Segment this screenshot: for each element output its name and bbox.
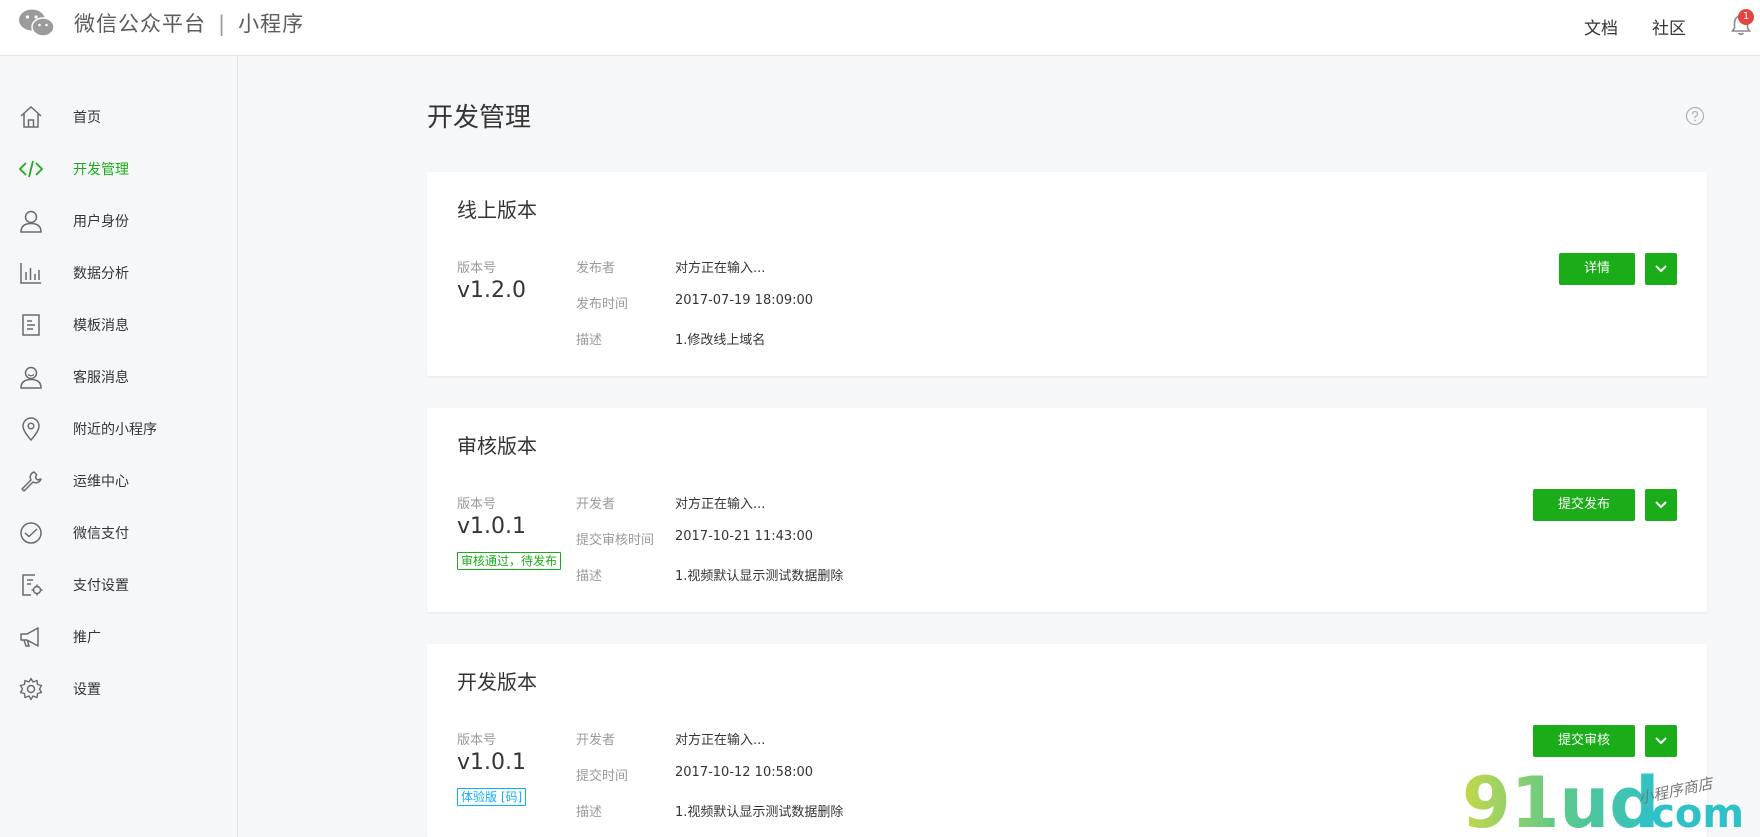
chevron-down-icon — [1655, 501, 1667, 509]
code-icon — [18, 160, 44, 178]
sidebar-item-payment-settings[interactable]: 支付设置 — [0, 565, 236, 605]
chevron-down-icon — [1655, 737, 1667, 745]
sidebar-item-label: 支付设置 — [73, 578, 129, 594]
sidebar-item-customer-service[interactable]: 客服消息 — [0, 357, 236, 397]
sidebar-item-label: 用户身份 — [73, 214, 129, 230]
review-version-card: 审核版本 版本号 v1.0.1 审核通过，待发布 开发者 对方正在输入... 提… — [427, 408, 1707, 612]
submit-release-button[interactable]: 提交发布 — [1533, 489, 1635, 521]
sidebar-item-template-messages[interactable]: 模板消息 — [0, 305, 236, 345]
sidebar-item-data-analysis[interactable]: 数据分析 — [0, 253, 236, 293]
description-label: 描述 — [576, 805, 603, 820]
sidebar-item-nearby-miniprograms[interactable]: 附近的小程序 — [0, 409, 236, 449]
more-options-button[interactable] — [1645, 725, 1677, 757]
sidebar-item-label: 设置 — [73, 682, 101, 698]
sidebar-item-label: 开发管理 — [73, 162, 129, 178]
sidebar: 首页 开发管理 用户身份 数据分析 模板消息 客服消息 附近的小程序 运维中心 … — [0, 56, 238, 837]
sidebar-item-label: 推广 — [73, 630, 101, 646]
description-label: 描述 — [576, 333, 603, 348]
document-icon — [22, 314, 40, 336]
sidebar-item-label: 微信支付 — [73, 526, 129, 542]
sidebar-item-label: 运维中心 — [73, 474, 129, 490]
support-user-icon — [20, 366, 42, 389]
sidebar-item-label: 首页 — [73, 110, 101, 126]
submit-review-time-value: 2017-10-21 11:43:00 — [675, 529, 814, 544]
version-number: v1.0.1 — [457, 750, 526, 775]
card-title: 线上版本 — [457, 198, 537, 222]
brand-title[interactable]: 微信公众平台 | 小程序 — [74, 8, 304, 38]
help-icon[interactable] — [1685, 106, 1705, 126]
home-icon — [20, 105, 42, 128]
developer-label: 开发者 — [576, 733, 616, 748]
notification-badge: 1 — [1738, 9, 1754, 25]
watermark-text: 91ud — [1462, 762, 1659, 837]
version-label: 版本号 — [457, 497, 497, 512]
wrench-icon — [21, 471, 42, 492]
user-icon — [20, 210, 42, 233]
description-value: 1.修改线上域名 — [675, 333, 766, 348]
chevron-down-icon — [1655, 265, 1667, 273]
online-version-card: 线上版本 版本号 v1.2.0 发布者 对方正在输入... 发布时间 2017-… — [427, 172, 1707, 376]
top-bar: 微信公众平台 | 小程序 文档 社区 1 — [0, 0, 1760, 56]
submit-time-label: 提交时间 — [576, 769, 629, 784]
publish-time-label: 发布时间 — [576, 297, 629, 312]
sidebar-item-settings[interactable]: 设置 — [0, 669, 236, 709]
details-button[interactable]: 详情 — [1559, 253, 1635, 285]
developer-value: 对方正在输入... — [675, 497, 766, 512]
more-options-button[interactable] — [1645, 253, 1677, 285]
developer-value: 对方正在输入... — [675, 733, 766, 748]
sidebar-item-promotion[interactable]: 推广 — [0, 617, 236, 657]
publish-time-value: 2017-07-19 18:09:00 — [675, 293, 814, 308]
payment-settings-icon — [22, 574, 43, 596]
watermark-logo: 91ud .com 小程序商店 — [1462, 762, 1744, 837]
brand-name: 微信公众平台 — [74, 12, 206, 36]
trial-version-badge[interactable]: 体验版 [码] — [457, 788, 527, 806]
card-title: 开发版本 — [457, 670, 537, 694]
description-label: 描述 — [576, 569, 603, 584]
gear-icon — [19, 677, 43, 701]
page-title: 开发管理 — [427, 103, 532, 133]
version-label: 版本号 — [457, 733, 497, 748]
submit-review-time-label: 提交审核时间 — [576, 533, 655, 548]
review-status-badge: 审核通过，待发布 — [457, 552, 562, 570]
version-label: 版本号 — [457, 261, 497, 276]
sidebar-item-user-identity[interactable]: 用户身份 — [0, 201, 236, 241]
sidebar-item-dev-management[interactable]: 开发管理 — [0, 149, 236, 189]
wechat-logo-icon[interactable] — [18, 8, 56, 38]
submit-time-value: 2017-10-12 10:58:00 — [675, 765, 814, 780]
sidebar-item-ops-center[interactable]: 运维中心 — [0, 461, 236, 501]
sidebar-item-home[interactable]: 首页 — [0, 97, 236, 137]
location-pin-icon — [22, 417, 40, 442]
community-link[interactable]: 社区 — [1652, 14, 1686, 39]
sidebar-item-label: 附近的小程序 — [73, 422, 157, 438]
version-number: v1.0.1 — [457, 514, 526, 539]
product-name: 小程序 — [238, 12, 305, 36]
sidebar-item-label: 数据分析 — [73, 266, 129, 282]
payment-icon — [20, 522, 42, 544]
sidebar-item-label: 模板消息 — [73, 318, 129, 334]
submit-review-button[interactable]: 提交审核 — [1533, 725, 1635, 757]
more-options-button[interactable] — [1645, 489, 1677, 521]
developer-label: 开发者 — [576, 497, 616, 512]
version-number: v1.2.0 — [457, 278, 526, 303]
card-title: 审核版本 — [457, 434, 537, 458]
publisher-value: 对方正在输入... — [675, 261, 766, 276]
bar-chart-icon — [20, 263, 41, 284]
publisher-label: 发布者 — [576, 261, 616, 276]
description-value: 1.视频默认显示测试数据删除 — [675, 805, 844, 820]
description-value: 1.视频默认显示测试数据删除 — [675, 569, 844, 584]
sidebar-item-label: 客服消息 — [73, 370, 129, 386]
megaphone-icon — [20, 627, 39, 647]
brand-separator: | — [218, 12, 227, 36]
sidebar-item-wechat-pay[interactable]: 微信支付 — [0, 513, 236, 553]
docs-link[interactable]: 文档 — [1584, 14, 1618, 39]
